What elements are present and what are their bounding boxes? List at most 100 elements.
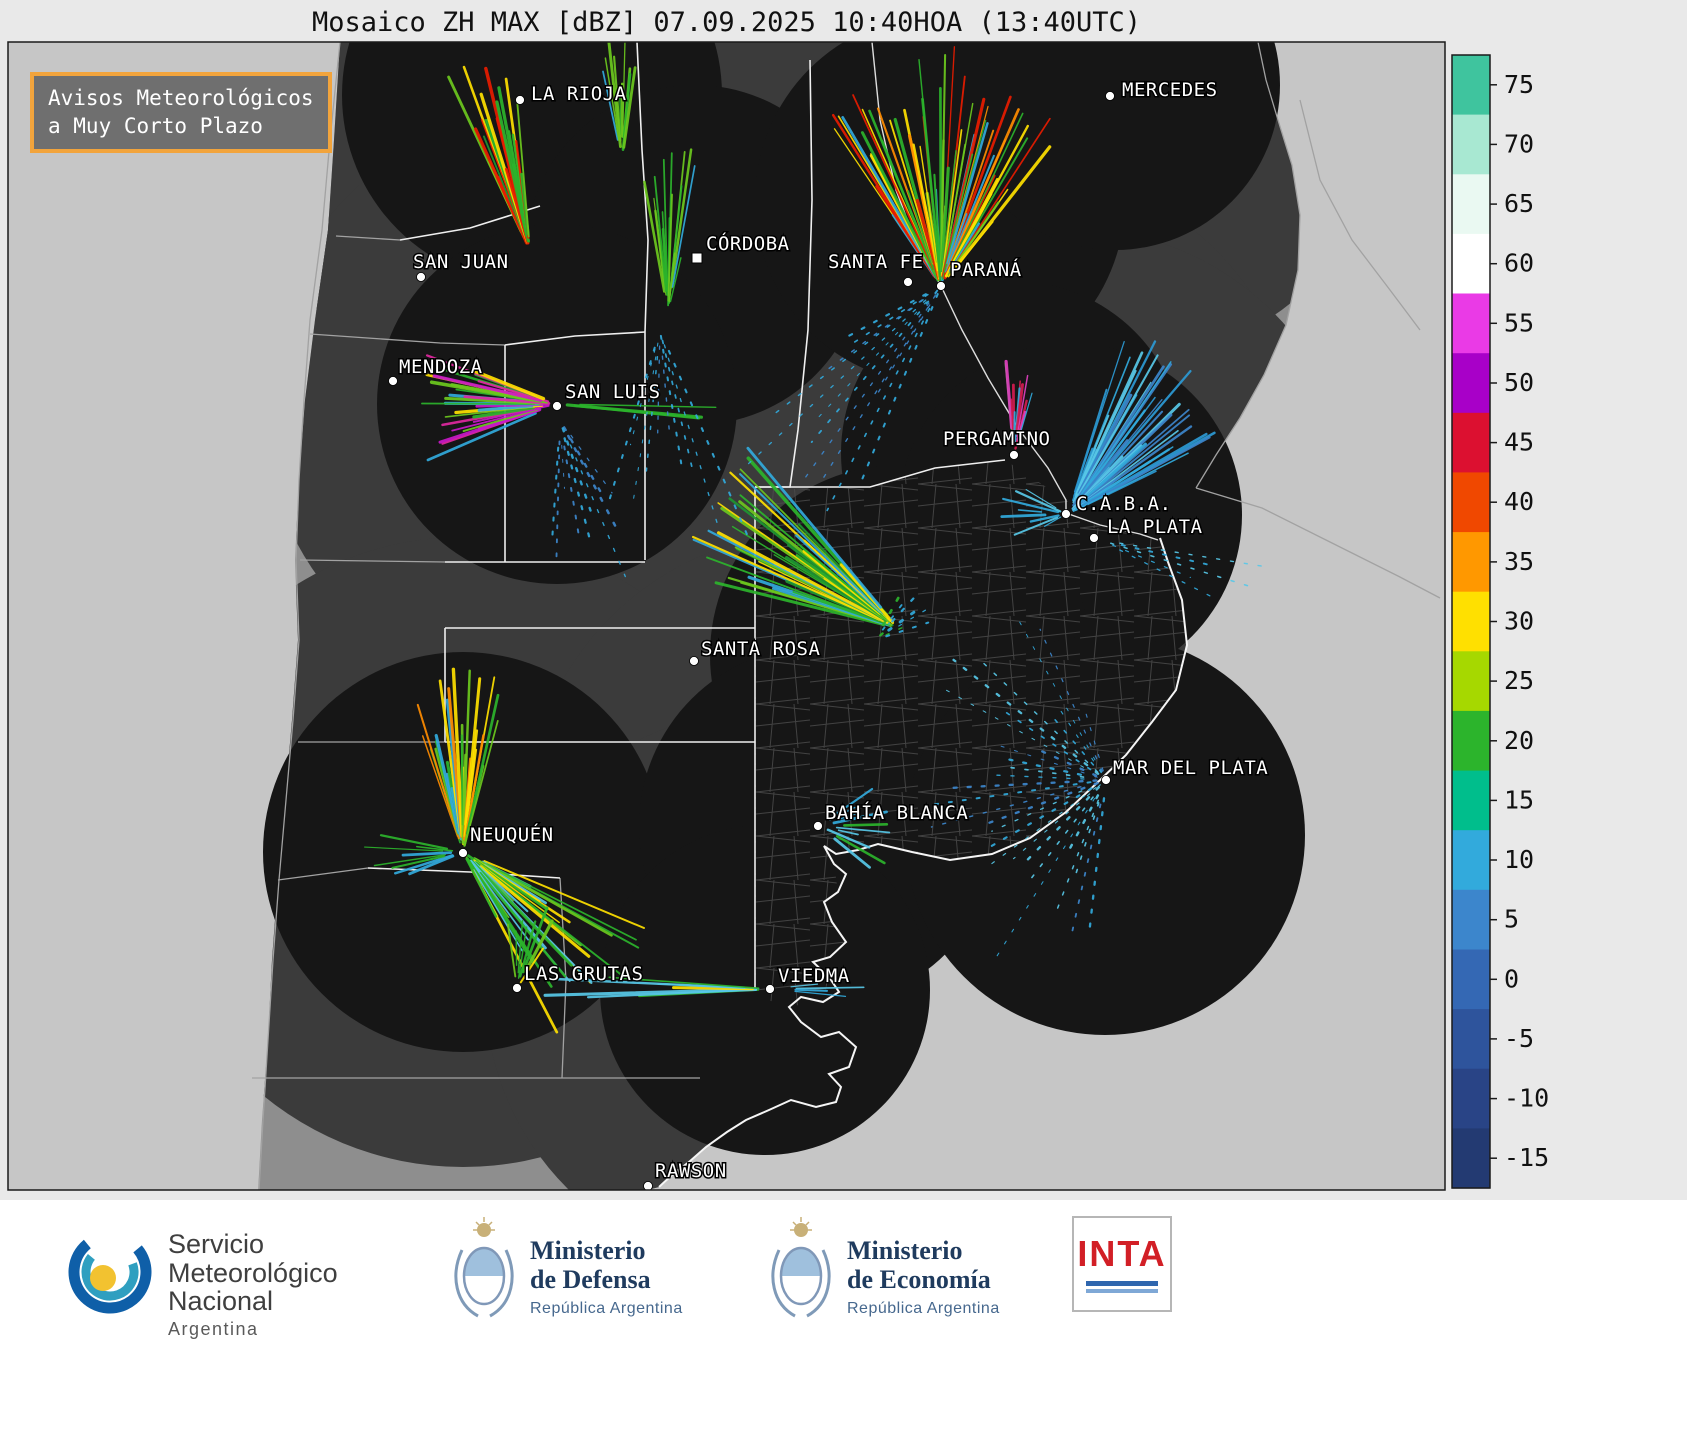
city-label: SANTA ROSA bbox=[701, 638, 820, 660]
colorbar-tick-label: 65 bbox=[1504, 189, 1534, 218]
city: LA RIOJA bbox=[516, 83, 627, 105]
city-marker bbox=[692, 253, 702, 263]
radar-mosaic-page: LA RIOJA MERCEDES SAN JUAN CÓRDOBA SANTA FE P… bbox=[0, 0, 1687, 1438]
city-marker bbox=[766, 985, 775, 994]
city-marker bbox=[516, 96, 525, 105]
inta-stripes bbox=[1086, 1278, 1158, 1293]
warning-banner: Avisos Meteorológicos a Muy Corto Plazo bbox=[30, 72, 332, 153]
warning-line2: a Muy Corto Plazo bbox=[48, 112, 314, 140]
city: C.A.B.A. bbox=[1062, 493, 1172, 519]
colorbar-tick-label: 50 bbox=[1504, 368, 1534, 397]
smn-line2: Meteorológico bbox=[168, 1259, 338, 1288]
city-label: CÓRDOBA bbox=[706, 231, 790, 255]
colorbar-tick-label: 55 bbox=[1504, 308, 1534, 337]
colorbar-tick-label: 40 bbox=[1504, 487, 1534, 516]
economia-line1: Ministerio bbox=[847, 1236, 1000, 1265]
city-marker bbox=[904, 278, 913, 287]
colorbar-tick-label: 5 bbox=[1504, 905, 1519, 934]
economia-sub: República Argentina bbox=[847, 1300, 1000, 1318]
colorbar-tick-label: 60 bbox=[1504, 249, 1534, 278]
colorbar-cell bbox=[1452, 413, 1490, 473]
colorbar-tick-label: 25 bbox=[1504, 666, 1534, 695]
city-label: BAHÍA BLANCA bbox=[825, 801, 968, 824]
defensa-wordmark: Ministerio de Defensa República Argentin… bbox=[530, 1236, 683, 1318]
inta-logo: INTA bbox=[1072, 1216, 1172, 1312]
smn-line1: Servicio bbox=[168, 1230, 338, 1259]
city-label: SAN LUIS bbox=[565, 381, 661, 403]
colorbar-cell bbox=[1452, 1009, 1490, 1069]
echo-streak bbox=[516, 931, 517, 965]
city-marker bbox=[513, 984, 522, 993]
city-marker bbox=[1090, 534, 1099, 543]
city-marker bbox=[1062, 510, 1071, 519]
economia-wordmark: Ministerio de Economía República Argenti… bbox=[847, 1236, 1000, 1318]
colorbar-cell bbox=[1452, 55, 1490, 115]
colorbar-tick-label: -10 bbox=[1504, 1084, 1549, 1113]
city-marker bbox=[553, 402, 562, 411]
city-label: VIEDMA bbox=[778, 965, 850, 987]
colorbar-tick-label: -5 bbox=[1504, 1024, 1534, 1053]
colorbar-cell bbox=[1452, 353, 1490, 413]
colorbar-cell bbox=[1452, 1069, 1490, 1129]
echo-streak bbox=[1002, 515, 1045, 517]
smn-sub: Argentina bbox=[168, 1320, 338, 1339]
colorbar-tick-label: 75 bbox=[1504, 70, 1534, 99]
colorbar-cell bbox=[1452, 651, 1490, 711]
echo-streak bbox=[462, 735, 463, 824]
map-plot-area: LA RIOJA MERCEDES SAN JUAN CÓRDOBA SANTA FE P… bbox=[8, 0, 1445, 1270]
colorbar-cell bbox=[1452, 234, 1490, 294]
colorbar-cell bbox=[1452, 174, 1490, 234]
defensa-coat-of-arms-icon bbox=[448, 1214, 520, 1334]
city: MERCEDES bbox=[1106, 79, 1218, 101]
city-label: C.A.B.A. bbox=[1076, 493, 1172, 515]
city-marker bbox=[1010, 451, 1019, 460]
city-label: PARANÁ bbox=[950, 258, 1022, 281]
defensa-line1: Ministerio bbox=[530, 1236, 683, 1265]
city-marker bbox=[937, 282, 946, 291]
city-label: RAWSON bbox=[655, 1160, 727, 1182]
city-label: MENDOZA bbox=[399, 356, 483, 378]
colorbar-tick-label: 15 bbox=[1504, 785, 1534, 814]
city-marker bbox=[459, 849, 468, 858]
colorbar-cell bbox=[1452, 592, 1490, 652]
echo-streak bbox=[797, 987, 864, 988]
echo-streak bbox=[795, 990, 827, 991]
defensa-line2: de Defensa bbox=[530, 1265, 683, 1294]
city-label: PERGAMINO bbox=[943, 428, 1050, 450]
warning-line1: Avisos Meteorológicos bbox=[48, 84, 314, 112]
colorbar-cell bbox=[1452, 115, 1490, 175]
city-label: NEUQUÉN bbox=[470, 823, 554, 846]
city-label: MERCEDES bbox=[1122, 79, 1218, 101]
echo-streak bbox=[844, 824, 886, 825]
smn-wordmark: Servicio Meteorológico Nacional Argentin… bbox=[168, 1230, 338, 1339]
colorbar-cell bbox=[1452, 711, 1490, 771]
colorbar-tick-label: 10 bbox=[1504, 845, 1534, 874]
city-marker bbox=[814, 822, 823, 831]
colorbar-tick-label: 35 bbox=[1504, 547, 1534, 576]
city-marker bbox=[1102, 776, 1111, 785]
city-marker bbox=[417, 273, 426, 282]
city-marker bbox=[1106, 92, 1115, 101]
colorbar-tick-label: -15 bbox=[1504, 1143, 1549, 1172]
smn-logo bbox=[60, 1222, 160, 1322]
colorbar-cell bbox=[1452, 472, 1490, 532]
page-title: Mosaico ZH MAX [dBZ] 07.09.2025 10:40HOA… bbox=[8, 7, 1445, 38]
colorbar-cell bbox=[1452, 1128, 1490, 1188]
city-label: LAS GRUTAS bbox=[524, 963, 643, 985]
city-label: MAR DEL PLATA bbox=[1113, 757, 1268, 779]
city-label: SAN JUAN bbox=[413, 251, 509, 273]
economia-line2: de Economía bbox=[847, 1265, 1000, 1294]
colorbar-cell bbox=[1452, 771, 1490, 831]
colorbar-tick-label: 20 bbox=[1504, 726, 1534, 755]
city-label: SANTA FE bbox=[828, 251, 924, 273]
city-label: LA PLATA bbox=[1107, 516, 1203, 538]
city-marker bbox=[389, 377, 398, 386]
colorbar-tick-label: 70 bbox=[1504, 129, 1534, 158]
colorbar-tick-label: 45 bbox=[1504, 428, 1534, 457]
colorbar-cell bbox=[1452, 294, 1490, 354]
city-marker bbox=[690, 657, 699, 666]
colorbar: 757065605550454035302520151050-5-10-15 bbox=[1452, 55, 1549, 1189]
smn-line3: Nacional bbox=[168, 1287, 338, 1316]
city-label: LA RIOJA bbox=[531, 83, 627, 105]
footer: Servicio Meteorológico Nacional Argentin… bbox=[0, 1200, 1687, 1438]
